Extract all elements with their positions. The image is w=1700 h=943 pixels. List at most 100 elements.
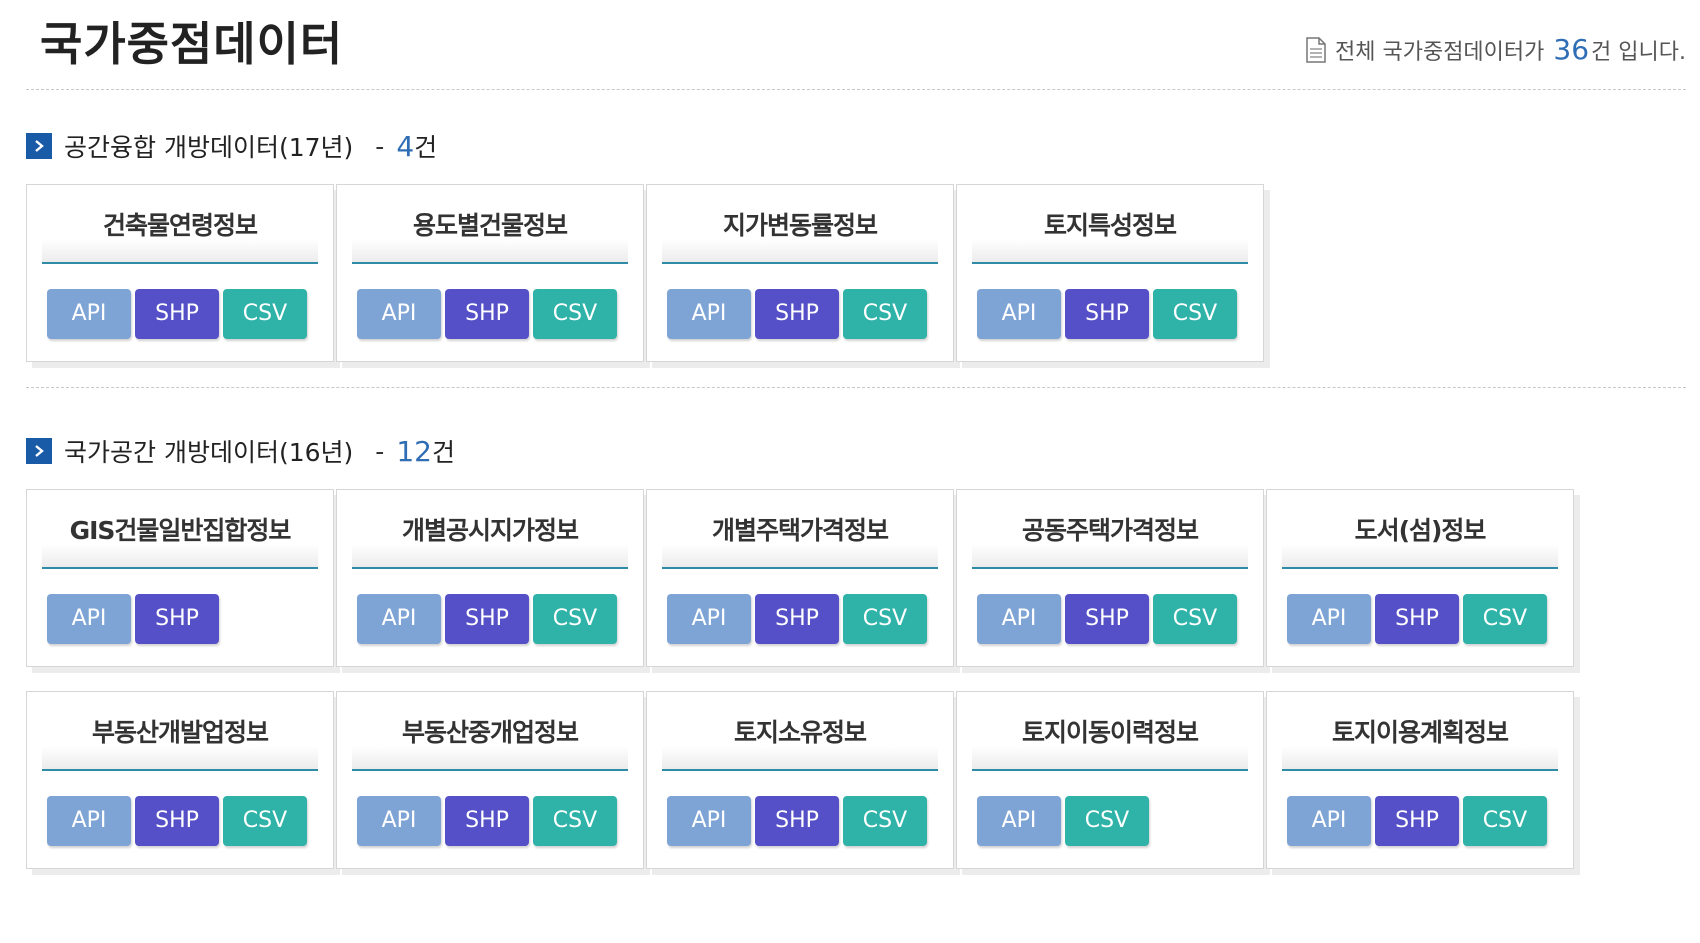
dataset-name: GIS건물일반집합정보	[42, 490, 318, 569]
csv-button[interactable]: CSV	[533, 289, 617, 339]
section-count-unit: 건	[414, 133, 438, 162]
shp-button[interactable]: SHP	[1065, 594, 1149, 644]
section-count: 12	[396, 434, 432, 468]
api-button[interactable]: API	[667, 796, 751, 846]
shp-button[interactable]: SHP	[135, 796, 219, 846]
chevron-right-icon	[26, 438, 52, 464]
shp-button[interactable]: SHP	[1375, 594, 1459, 644]
csv-button[interactable]: CSV	[1463, 796, 1547, 846]
dataset-name: 토지특성정보	[972, 185, 1248, 264]
csv-button[interactable]: CSV	[1153, 594, 1237, 644]
section-count-unit: 건	[431, 438, 455, 467]
download-button-row: API SHP CSV	[47, 796, 307, 846]
download-button-row: API SHP CSV	[1287, 796, 1547, 846]
shp-button[interactable]: SHP	[445, 289, 529, 339]
dataset-name: 개별공시지가정보	[352, 490, 628, 569]
dataset-name: 토지소유정보	[662, 692, 938, 771]
shp-button[interactable]: SHP	[755, 289, 839, 339]
download-button-row: API SHP CSV	[977, 594, 1237, 644]
page-title: 국가중점데이터	[40, 17, 344, 71]
csv-button[interactable]: CSV	[1463, 594, 1547, 644]
chevron-right-icon	[26, 133, 52, 159]
shp-button[interactable]: SHP	[755, 594, 839, 644]
dataset-card: 개별주택가격정보 API SHP CSV	[646, 489, 954, 667]
api-button[interactable]: API	[977, 796, 1061, 846]
api-button[interactable]: API	[977, 594, 1061, 644]
dataset-name: 토지이동이력정보	[972, 692, 1248, 771]
total-prefix: 전체 국가중점데이터가	[1335, 39, 1545, 65]
csv-button[interactable]: CSV	[1153, 289, 1237, 339]
dataset-name: 토지이용계획정보	[1282, 692, 1558, 771]
csv-button[interactable]: CSV	[1065, 796, 1149, 846]
csv-button[interactable]: CSV	[843, 796, 927, 846]
page-header: 국가중점데이터 전체 국가중점데이터가 36 건 입니다.	[26, 0, 1686, 90]
api-button[interactable]: API	[667, 594, 751, 644]
dataset-card: 개별공시지가정보 API SHP CSV	[336, 489, 644, 667]
dataset-name: 용도별건물정보	[352, 185, 628, 264]
api-button[interactable]: API	[47, 289, 131, 339]
api-button[interactable]: API	[1287, 796, 1371, 846]
dataset-card: 공동주택가격정보 API SHP CSV	[956, 489, 1264, 667]
dataset-name: 공동주택가격정보	[972, 490, 1248, 569]
api-button[interactable]: API	[357, 594, 441, 644]
dataset-card: 지가변동률정보 API SHP CSV	[646, 184, 954, 362]
dataset-card: 토지이용계획정보 API SHP CSV	[1266, 691, 1574, 869]
dataset-card: 부동산개발업정보 API SHP CSV	[26, 691, 334, 869]
section-dash: -	[375, 131, 385, 161]
csv-button[interactable]: CSV	[533, 796, 617, 846]
dataset-card: 부동산중개업정보 API SHP CSV	[336, 691, 644, 869]
section-divider	[26, 387, 1686, 388]
download-button-row: API CSV	[977, 796, 1149, 846]
dataset-card: 토지이동이력정보 API CSV	[956, 691, 1264, 869]
section-count: 4	[396, 129, 415, 163]
download-button-row: API SHP CSV	[667, 289, 927, 339]
total-count: 36	[1553, 33, 1590, 66]
download-button-row: API SHP CSV	[667, 594, 927, 644]
download-button-row: API SHP CSV	[357, 289, 617, 339]
shp-button[interactable]: SHP	[135, 289, 219, 339]
section-dash: -	[375, 436, 385, 466]
dataset-name: 개별주택가격정보	[662, 490, 938, 569]
csv-button[interactable]: CSV	[843, 289, 927, 339]
dataset-card: 건축물연령정보 API SHP CSV	[26, 184, 334, 362]
section-heading: 국가공간 개방데이터(16년) -12 건	[26, 433, 1686, 469]
download-button-row: API SHP	[47, 594, 219, 644]
download-button-row: API SHP CSV	[47, 289, 307, 339]
dataset-name: 부동산중개업정보	[352, 692, 628, 771]
download-button-row: API SHP CSV	[357, 796, 617, 846]
shp-button[interactable]: SHP	[445, 594, 529, 644]
api-button[interactable]: API	[667, 289, 751, 339]
dataset-card: 토지소유정보 API SHP CSV	[646, 691, 954, 869]
data-section: 국가공간 개방데이터(16년) -12 건	[26, 433, 1686, 469]
shp-button[interactable]: SHP	[445, 796, 529, 846]
csv-button[interactable]: CSV	[533, 594, 617, 644]
dataset-name: 도서(섬)정보	[1282, 490, 1558, 569]
api-button[interactable]: API	[357, 796, 441, 846]
total-count-info: 전체 국가중점데이터가 36 건 입니다.	[1305, 33, 1686, 66]
csv-button[interactable]: CSV	[223, 796, 307, 846]
csv-button[interactable]: CSV	[843, 594, 927, 644]
download-button-row: API SHP CSV	[357, 594, 617, 644]
api-button[interactable]: API	[47, 796, 131, 846]
csv-button[interactable]: CSV	[223, 289, 307, 339]
api-button[interactable]: API	[1287, 594, 1371, 644]
shp-button[interactable]: SHP	[755, 796, 839, 846]
total-suffix: 건 입니다.	[1591, 39, 1686, 65]
dataset-card: 토지특성정보 API SHP CSV	[956, 184, 1264, 362]
dataset-name: 지가변동률정보	[662, 185, 938, 264]
download-button-row: API SHP CSV	[1287, 594, 1547, 644]
section-title: 공간융합 개방데이터(17년)	[64, 133, 354, 162]
section-heading: 공간융합 개방데이터(17년) -4 건	[26, 128, 1686, 164]
data-section: 공간융합 개방데이터(17년) -4 건	[26, 128, 1686, 164]
download-button-row: API SHP CSV	[667, 796, 927, 846]
api-button[interactable]: API	[357, 289, 441, 339]
shp-button[interactable]: SHP	[135, 594, 219, 644]
dataset-card: 도서(섬)정보 API SHP CSV	[1266, 489, 1574, 667]
section-title: 국가공간 개방데이터(16년)	[64, 438, 354, 467]
shp-button[interactable]: SHP	[1065, 289, 1149, 339]
dataset-name: 부동산개발업정보	[42, 692, 318, 771]
document-icon	[1306, 36, 1326, 63]
api-button[interactable]: API	[977, 289, 1061, 339]
api-button[interactable]: API	[47, 594, 131, 644]
shp-button[interactable]: SHP	[1375, 796, 1459, 846]
